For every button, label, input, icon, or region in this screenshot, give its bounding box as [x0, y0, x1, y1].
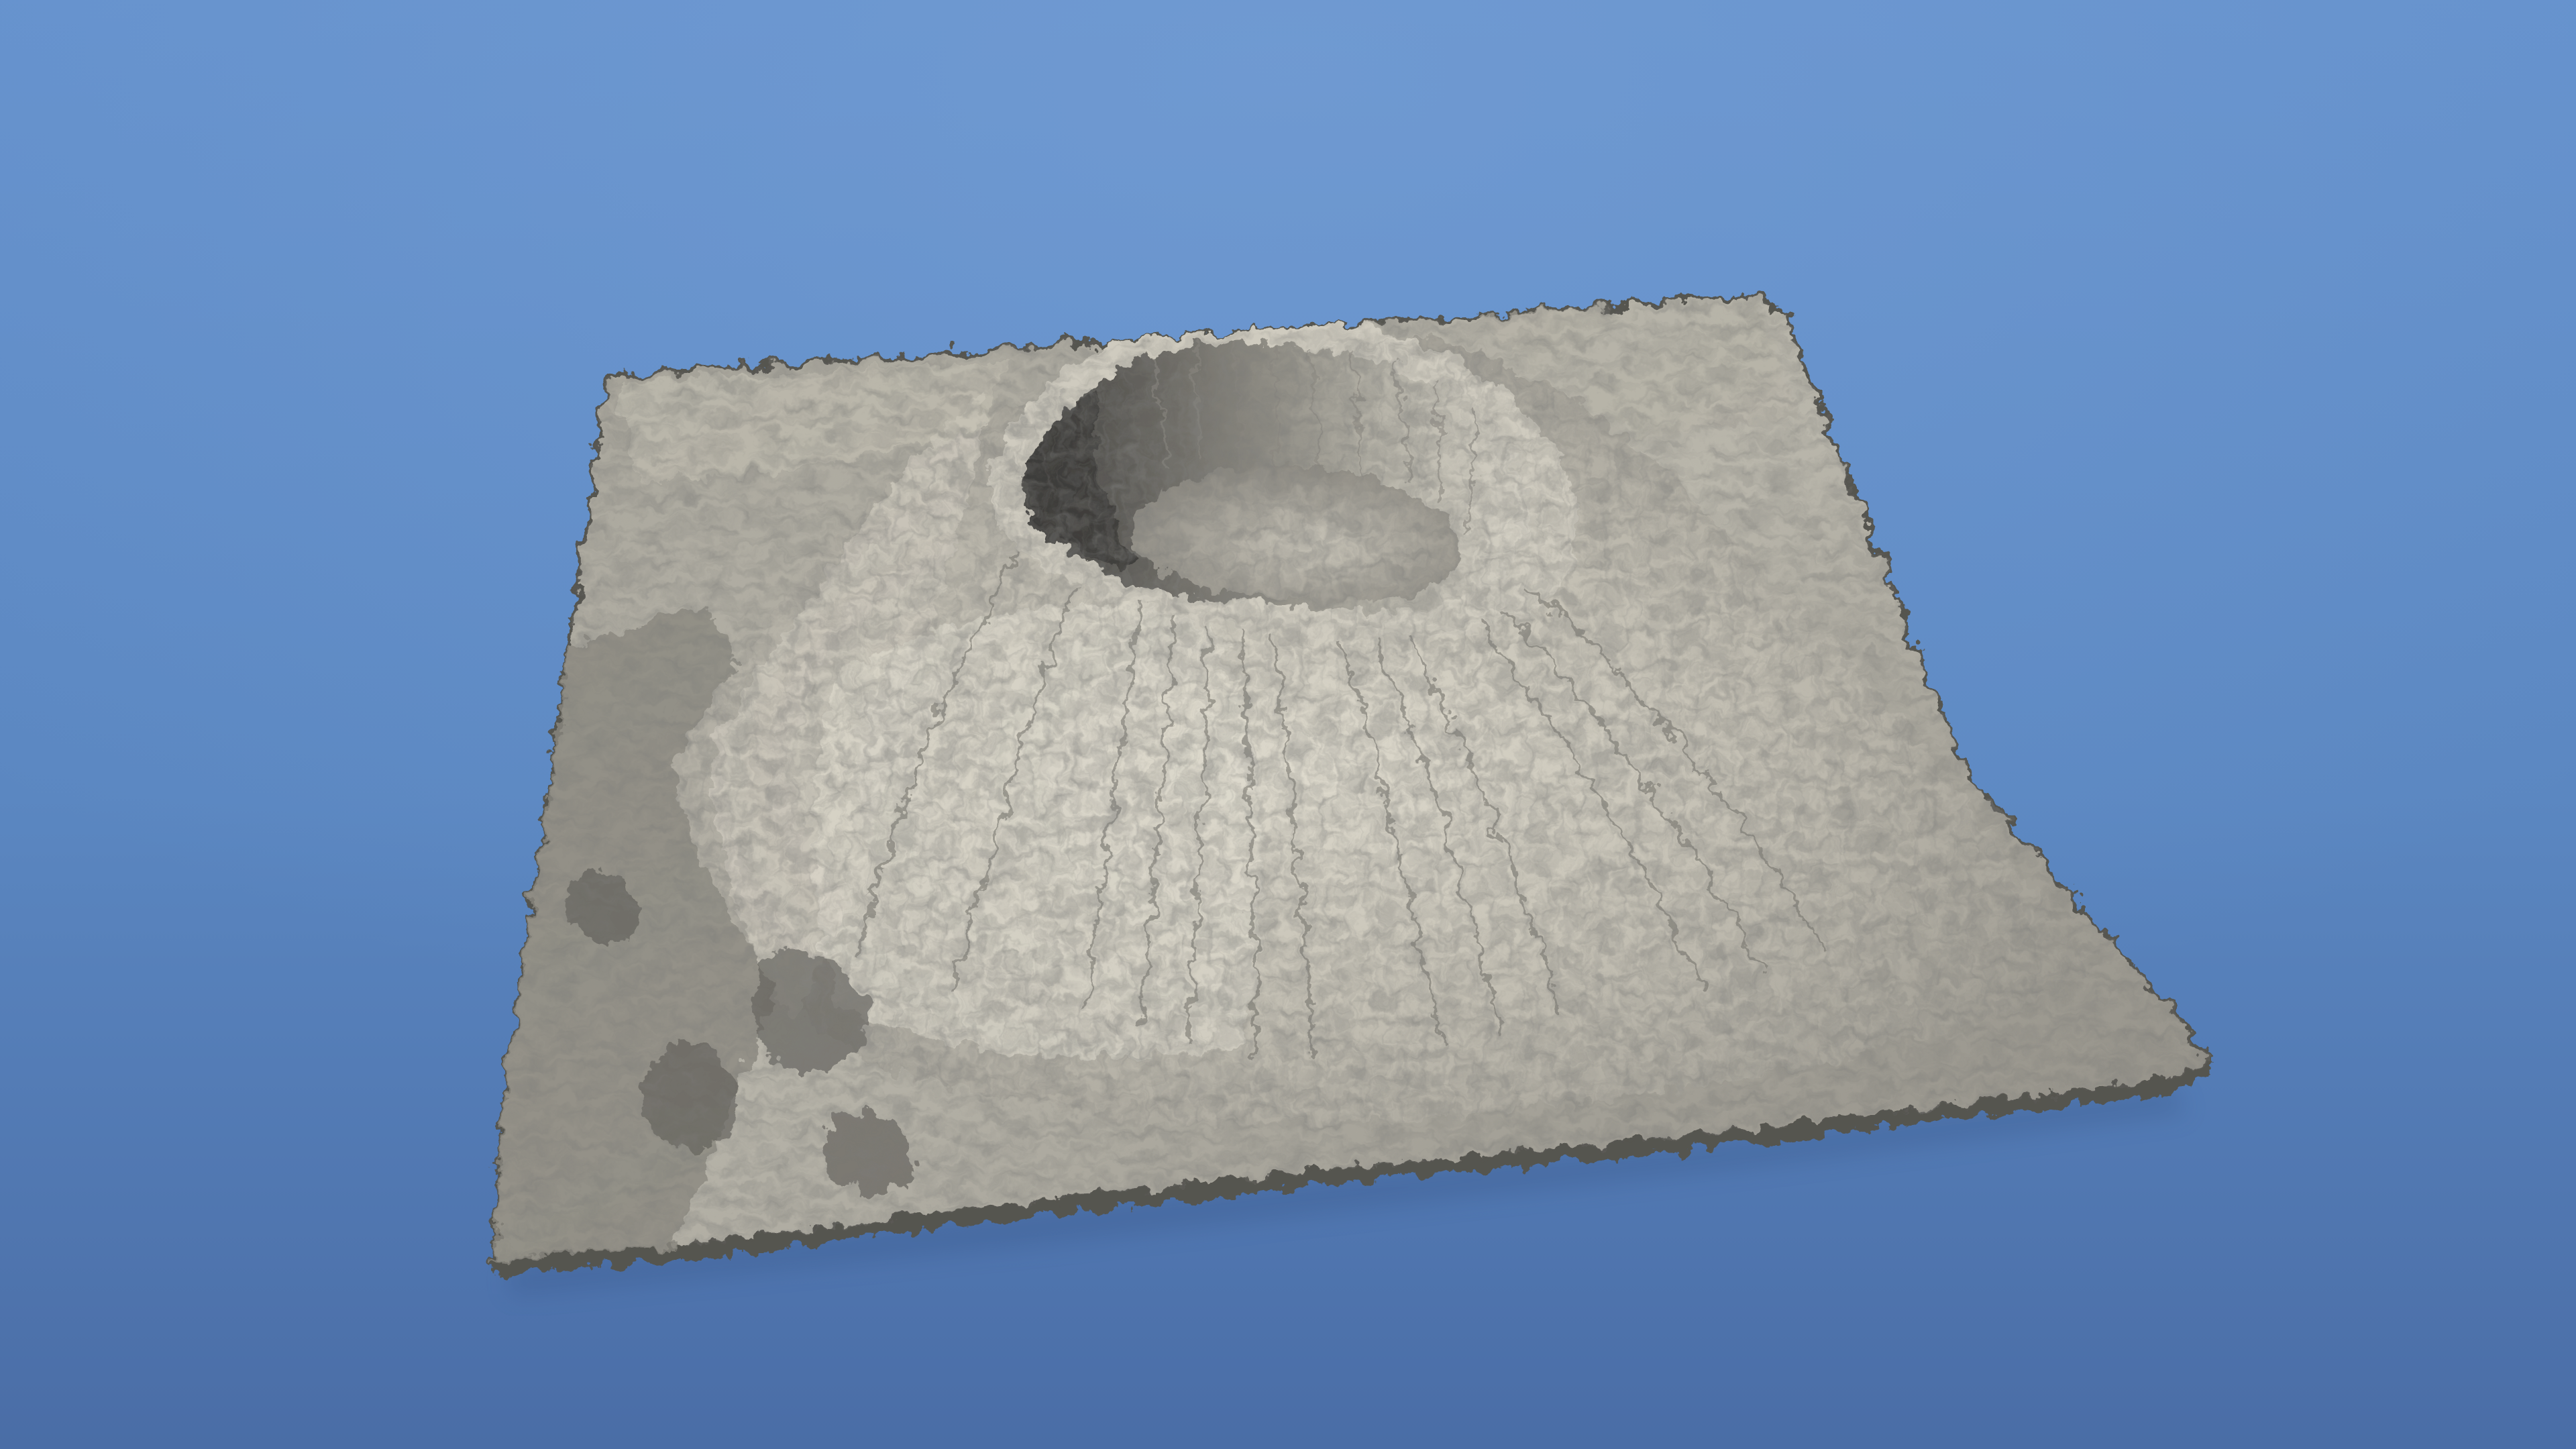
terrain-scene: [0, 0, 2576, 1449]
render-viewport: [0, 0, 2576, 1449]
